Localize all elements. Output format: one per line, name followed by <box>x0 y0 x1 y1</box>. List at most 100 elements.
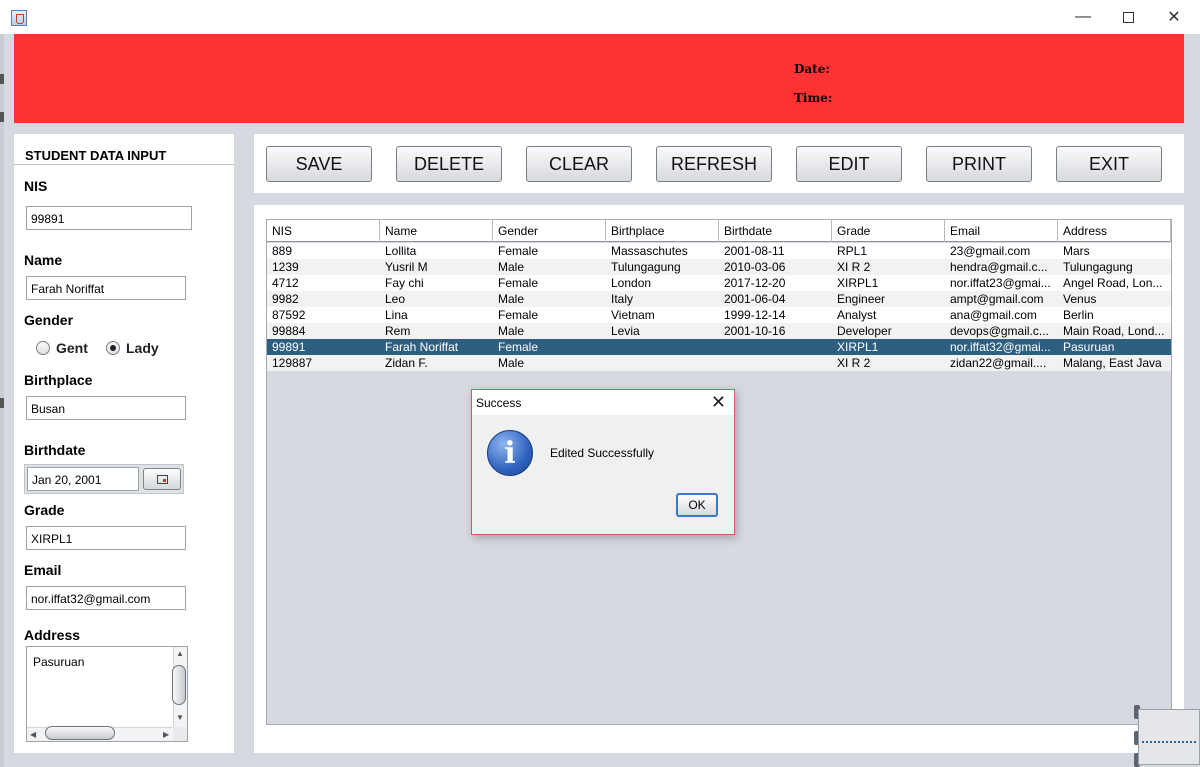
email-label: Email <box>24 562 62 578</box>
table-cell: 2010-03-06 <box>724 260 786 274</box>
scroll-thumb[interactable] <box>172 665 186 705</box>
table-cell: Malang, East Java <box>1063 356 1162 370</box>
table-cell <box>719 339 832 355</box>
birthdate-field[interactable]: Jan 20, 2001 <box>27 467 139 491</box>
edit-button[interactable]: EDIT <box>796 146 902 182</box>
floating-widget[interactable] <box>1134 705 1200 767</box>
column-header[interactable]: Gender <box>493 220 606 242</box>
grade-label: Grade <box>24 502 65 518</box>
waveform-icon <box>1142 741 1196 745</box>
table-cell: Berlin <box>1063 308 1094 322</box>
table-cell: 99884 <box>272 324 306 338</box>
table-cell: Female <box>498 308 539 322</box>
gender-radio-lady[interactable]: Lady <box>106 340 159 356</box>
table-cell: Male <box>498 292 525 306</box>
column-header[interactable]: NIS <box>267 220 380 242</box>
success-dialog: Success ✕ i Edited Successfully OK <box>471 389 735 535</box>
dialog-title: Success <box>476 396 522 410</box>
scroll-thumb[interactable] <box>45 726 115 740</box>
table-cell: Male <box>498 260 525 274</box>
table-row[interactable]: 99891 Farah Noriffat Female XIRPL1 nor.iffat… <box>267 339 1171 355</box>
scroll-up-icon[interactable]: ▲ <box>176 649 184 658</box>
table-row[interactable]: 9982 Leo Male Italy 2001-06-04 Engineer ampt@g… <box>267 291 1171 307</box>
table-cell: Female <box>498 244 539 258</box>
scroll-right-icon[interactable]: ▶ <box>163 730 169 739</box>
birthplace-field[interactable]: Busan <box>26 396 186 420</box>
column-header[interactable]: Grade <box>832 220 945 242</box>
calendar-button[interactable] <box>143 468 181 490</box>
column-header[interactable]: Email <box>945 220 1058 242</box>
minimize-button[interactable]: — <box>1071 6 1095 28</box>
table-cell: Farah Noriffat <box>385 340 459 354</box>
student-form-panel: STUDENT DATA INPUT NIS 99891 Name Farah … <box>14 134 234 753</box>
table-cell: 1239 <box>272 260 299 274</box>
gender-option-label: Gent <box>56 340 88 356</box>
gender-option-label: Lady <box>126 340 159 356</box>
close-icon[interactable]: ✕ <box>711 392 726 413</box>
table-row[interactable]: 889 Lollita Female Massaschutes 2001-08-11 RP… <box>267 243 1171 259</box>
nis-field[interactable]: 99891 <box>26 206 192 230</box>
gender-label: Gender <box>24 312 74 328</box>
table-row[interactable]: 1239 Yusril M Male Tulungagung 2010-03-06 XI … <box>267 259 1171 275</box>
maximize-icon <box>1122 11 1134 23</box>
scroll-corner <box>173 727 187 741</box>
table-cell: Lina <box>385 308 408 322</box>
address-vertical-scrollbar[interactable]: ▲ ▼ <box>172 647 187 727</box>
email-field[interactable]: nor.iffat32@gmail.com <box>26 586 186 610</box>
table-cell: Male <box>498 356 525 370</box>
table-cell: XI R 2 <box>837 356 871 370</box>
table-row[interactable]: 87592 Lina Female Vietnam 1999-12-14 Analyst a… <box>267 307 1171 323</box>
birthdate-chooser: Jan 20, 2001 <box>24 464 184 494</box>
print-button[interactable]: PRINT <box>926 146 1032 182</box>
address-textarea[interactable]: Pasuruan ▲ ▼ ◀ ▶ <box>26 646 188 742</box>
maximize-button[interactable] <box>1116 6 1140 28</box>
close-window-button[interactable]: ✕ <box>1162 6 1186 28</box>
minimize-icon: — <box>1075 8 1091 25</box>
info-icon: i <box>487 430 533 476</box>
table-row[interactable]: 4712 Fay chi Female London 2017-12-20 XIRPL1 n… <box>267 275 1171 291</box>
name-label: Name <box>24 252 63 268</box>
table-cell: Yusril M <box>385 260 428 274</box>
table-cell: 2017-12-20 <box>724 276 786 290</box>
column-header[interactable]: Birthdate <box>719 220 832 242</box>
table-cell: Leo <box>385 292 406 306</box>
table-cell: Developer <box>837 324 892 338</box>
scroll-down-icon[interactable]: ▼ <box>176 713 184 722</box>
form-title: STUDENT DATA INPUT <box>25 148 167 163</box>
table-cell: Rem <box>385 324 411 338</box>
table-cell: Pasuruan <box>1063 340 1115 354</box>
calendar-icon <box>157 475 168 484</box>
address-horizontal-scrollbar[interactable]: ◀ ▶ <box>27 726 175 741</box>
scroll-left-icon[interactable]: ◀ <box>30 730 36 739</box>
table-row[interactable]: 99884 Rem Male Levia 2001-10-16 Developer devo… <box>267 323 1171 339</box>
table-cell: 4712 <box>272 276 299 290</box>
table-cell: 99891 <box>272 340 306 354</box>
refresh-button[interactable]: REFRESH <box>656 146 772 182</box>
window-title-bar: — ✕ <box>0 0 1200 34</box>
table-row[interactable]: 129887 Zidan F. Male XI R 2 zidan22@gmail...… <box>267 355 1171 371</box>
radio-unchecked-icon <box>36 341 50 355</box>
column-header[interactable]: Birthplace <box>606 220 719 242</box>
table-cell: 2001-10-16 <box>724 324 786 338</box>
table-cell: XIRPL1 <box>837 340 879 354</box>
delete-button[interactable]: DELETE <box>396 146 502 182</box>
edge-marker <box>0 398 4 408</box>
table-cell: 129887 <box>272 356 313 370</box>
save-button[interactable]: SAVE <box>266 146 372 182</box>
table-cell: Lollita <box>385 244 417 258</box>
table-cell: nor.iffat32@gmai... <box>950 340 1051 354</box>
grade-field[interactable]: XIRPL1 <box>26 526 186 550</box>
table-cell: Massaschutes <box>611 244 688 258</box>
exit-button[interactable]: EXIT <box>1056 146 1162 182</box>
column-header[interactable]: Address <box>1058 220 1171 242</box>
clear-button[interactable]: CLEAR <box>526 146 632 182</box>
header-banner: Date: Time: <box>14 34 1184 123</box>
column-header[interactable]: Name <box>380 220 493 242</box>
table-body: 889 Lollita Female Massaschutes 2001-08-11 RP… <box>267 243 1171 371</box>
table-cell: Venus <box>1063 292 1097 306</box>
table-cell: 23@gmail.com <box>950 244 1031 258</box>
ok-button[interactable]: OK <box>676 493 718 517</box>
gender-radio-gent[interactable]: Gent <box>36 340 88 356</box>
name-field[interactable]: Farah Noriffat <box>26 276 186 300</box>
table-cell: 87592 <box>272 308 306 322</box>
